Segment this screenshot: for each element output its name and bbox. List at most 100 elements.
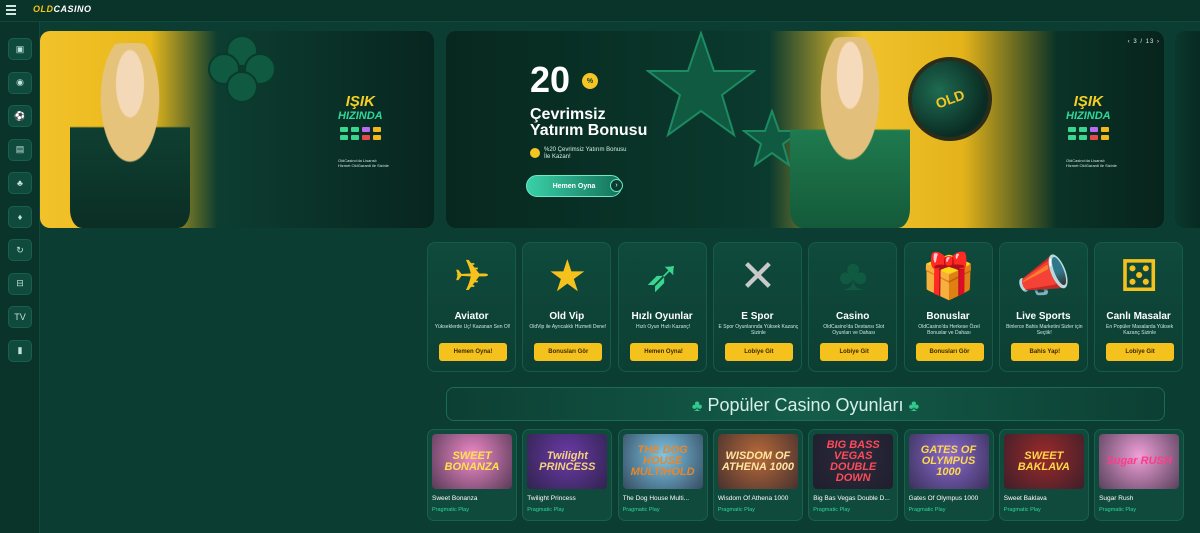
category-card[interactable]: ✈ Aviator Yükseklerde Uç! Kazanan Sen Ol! H… — [427, 242, 516, 372]
game-provider: Pragmatic Play — [813, 507, 851, 513]
promo-note: %20 Çevrimsiz Yatırım Bonusu İle Kazan! — [530, 147, 630, 161]
game-provider: Pragmatic Play — [1099, 507, 1137, 513]
guns-icon: ✕ — [739, 251, 777, 301]
logo-part2: CASINO — [53, 4, 92, 14]
category-card[interactable]: ✕ E Spor E Spor Oyunlarında Yüksek Kazanç … — [712, 242, 802, 372]
category-button[interactable]: Lobiye Git — [820, 343, 889, 361]
category-card[interactable]: 📣 Live Sports Binlerce Bahis Marketini Siz… — [998, 242, 1088, 372]
category-description: Binlerce Bahis Marketini Sizler için Seç… — [1006, 324, 1083, 336]
rocket-icon: ➶ — [644, 251, 682, 301]
cards-icon[interactable]: ♦ — [8, 205, 32, 228]
gift-icon[interactable]: ▣ — [8, 38, 32, 60]
football-icon[interactable]: ⚽ — [8, 105, 32, 127]
game-thumbnail[interactable]: BIG BASS VEGAS DOUBLE DOWN — [813, 434, 894, 489]
category-button[interactable]: Lobiye Git — [724, 343, 793, 361]
star-icon: ★ — [547, 251, 588, 301]
top-bar: OLDCASINO — [0, 0, 1200, 22]
popular-title-text: Popüler Casino Oyunları — [707, 395, 904, 415]
play-now-button[interactable]: Hemen Oyna — [526, 175, 622, 197]
game-card[interactable]: BIG BASS VEGAS DOUBLE DOWN Big Bas Vegas … — [808, 429, 899, 521]
old-coin-decoration: OLD — [896, 45, 1004, 153]
payment-icons — [1068, 127, 1109, 140]
payment-icons — [340, 127, 381, 140]
game-card[interactable]: Sugar RUSH Sugar Rush Pragmatic Play — [1094, 429, 1185, 521]
category-title: Hızlı Oyunlar — [631, 311, 693, 322]
category-button[interactable]: Lobiye Git — [1106, 343, 1175, 361]
game-name: Sweet Bonanza — [432, 495, 478, 502]
slots-icon[interactable]: ▤ — [8, 138, 32, 161]
category-description: OldCasino'da Herkese Özel Bonuslar ve Da… — [918, 324, 980, 336]
category-card[interactable]: 🎁 Bonuslar OldCasino'da Herkese Özel Bonus… — [903, 242, 993, 372]
slide-counter[interactable]: ‹ 3 / 13 › — [1128, 39, 1160, 45]
promo-amount: 20 — [530, 59, 571, 100]
jet-icon: ✈ — [453, 251, 491, 301]
games-icon[interactable]: ⊟ — [8, 272, 32, 295]
star-decoration-icon — [646, 31, 756, 138]
category-button[interactable]: Bonusları Gör — [915, 343, 984, 361]
banner-next-peek[interactable] — [1175, 31, 1200, 228]
banner-left-title: IŞIK HIZINDA — [338, 93, 383, 123]
game-provider: Pragmatic Play — [908, 507, 946, 513]
game-thumbnail[interactable]: GATES OF OLYMPUS 1000 — [908, 434, 989, 489]
game-thumbnail[interactable]: Sugar RUSH — [1099, 434, 1180, 489]
game-thumbnail[interactable]: THE DOG HOUSE MULTIHOLD — [622, 434, 703, 489]
category-card[interactable]: ♣ Casino OldCasino'da Destansı Slot Oyunla… — [808, 242, 898, 372]
game-provider: Pragmatic Play — [1003, 507, 1041, 513]
game-name: Gates Of Olympus 1000 — [908, 495, 979, 502]
promo-title-line2: Yatırım Bonusu — [530, 122, 648, 139]
category-title: Old Vip — [549, 311, 585, 322]
game-thumbnail[interactable]: SWEET BAKLAVA — [1003, 434, 1084, 489]
category-button[interactable]: Bonusları Gör — [534, 343, 603, 361]
category-description: OldVip ile Ayrıcalıklı Hizmeti Dene! — [529, 324, 607, 330]
banner-main-title-line2: HIZINDA — [1066, 110, 1111, 122]
category-button[interactable]: Hemen Oyna! — [439, 343, 507, 361]
category-description: Hızlı Oyun Hızlı Kazanç! — [636, 324, 691, 330]
clover-decoration — [208, 35, 278, 105]
game-thumbnail[interactable]: Twilight PRINCESS — [527, 434, 608, 489]
category-button[interactable]: Hemen Oyna! — [629, 343, 698, 361]
banner-main-title: IŞIK HIZINDA — [1066, 94, 1111, 123]
fine-print-bottom: Hizmet OldGaranti ile Sizinle — [338, 163, 389, 168]
poker-icon[interactable]: ♣ — [8, 172, 32, 194]
category-card[interactable]: ⚄ Canlı Masalar En Popüler Masalarda Yükse… — [1094, 242, 1184, 372]
game-card[interactable]: SWEET BONANZA Sweet Bonanza Pragmatic Play — [427, 429, 517, 521]
game-name: Big Bas Vegas Double D... — [813, 495, 890, 502]
banner-left[interactable]: IŞIK HIZINDA OldCasino'da Lisanslı Hizmet… — [40, 31, 434, 228]
game-provider: Pragmatic Play — [432, 507, 469, 513]
game-name: Sugar Rush — [1099, 495, 1134, 502]
category-description: En Popüler Masalarda Yüksek Kazanç Sizin… — [1106, 324, 1174, 336]
clover-icon: ♣ — [691, 398, 703, 415]
clover-icon: ♣ — [908, 398, 920, 415]
banner-woman-image — [70, 43, 190, 228]
game-card[interactable]: THE DOG HOUSE MULTIHOLD The Dog House Mul… — [617, 429, 708, 521]
game-card[interactable]: WISDOM OF ATHENA 1000 Wisdom Of Athena 10… — [712, 429, 803, 521]
popular-title: ♣ Popüler Casino Oyunları ♣ — [447, 395, 1164, 416]
stats-icon[interactable]: ▮ — [8, 339, 32, 362]
game-provider: Pragmatic Play — [527, 507, 565, 513]
game-card[interactable]: SWEET BAKLAVA Sweet Baklava Pragmatic Play — [998, 429, 1089, 521]
menu-toggle-icon[interactable] — [6, 5, 18, 17]
fine-print-bottom: Hizmet OldGaranti ile Sizinle — [1066, 163, 1117, 168]
arrow-right-icon[interactable]: › — [610, 179, 623, 192]
game-card[interactable]: Twilight PRINCESS Twilight Princess Pragma… — [522, 429, 613, 521]
tv-icon[interactable]: TV — [8, 306, 32, 328]
refresh-icon[interactable]: ↻ — [8, 239, 32, 261]
category-card[interactable]: ➶ Hızlı Oyunlar Hızlı Oyun Hızlı Kazanç! He… — [617, 242, 707, 372]
popular-section-header: ♣ Popüler Casino Oyunları ♣ — [446, 387, 1165, 421]
banner-queen-image — [790, 37, 910, 228]
category-title: Canlı Masalar — [1106, 311, 1171, 322]
game-thumbnail[interactable]: WISDOM OF ATHENA 1000 — [717, 434, 798, 489]
category-button[interactable]: Bahis Yap! — [1010, 343, 1079, 361]
game-thumbnail[interactable]: SWEET BONANZA — [432, 434, 512, 489]
banner-main[interactable]: 20 % Çevrimsiz Yatırım Bonusu %20 Çevrim… — [446, 31, 1164, 228]
category-description: OldCasino'da Destansı Slot Oyunları ve D… — [823, 324, 885, 336]
site-logo[interactable]: OLDCASINO — [33, 4, 92, 14]
game-name: The Dog House Multi... — [622, 495, 690, 502]
banner-left-title-line1: IŞIK — [345, 93, 375, 110]
game-name: Wisdom Of Athena 1000 — [717, 495, 789, 502]
category-card[interactable]: ★ Old Vip OldVip ile Ayrıcalıklı Hizmeti D… — [522, 242, 612, 372]
game-card[interactable]: GATES OF OLYMPUS 1000 Gates Of Olympus 10… — [903, 429, 994, 521]
category-title: Bonuslar — [926, 311, 970, 322]
game-provider: Pragmatic Play — [622, 507, 660, 513]
live-icon[interactable]: ◉ — [8, 71, 32, 94]
